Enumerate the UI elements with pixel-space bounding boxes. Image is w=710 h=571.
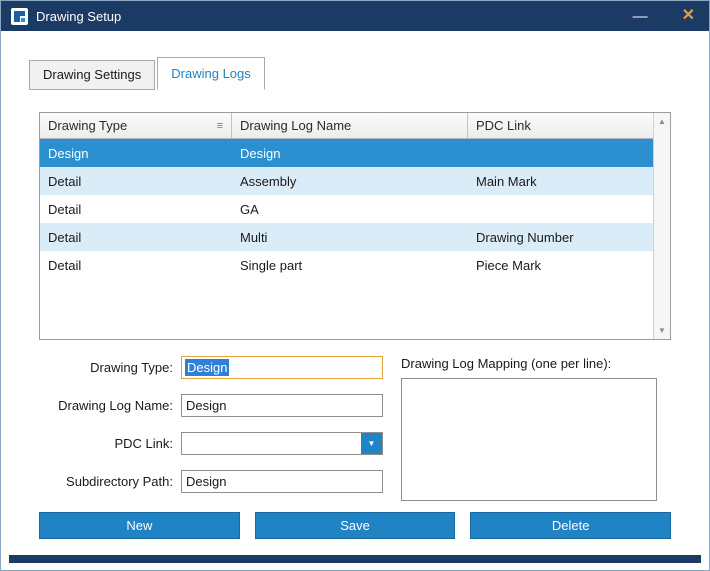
delete-button[interactable]: Delete <box>470 512 671 539</box>
pdc-link-selected-value <box>182 433 361 454</box>
new-button[interactable]: New <box>39 512 240 539</box>
cell-drawing-type: Detail <box>40 230 232 245</box>
save-button[interactable]: Save <box>255 512 456 539</box>
cell-drawing-type: Detail <box>40 174 232 189</box>
form-area: Drawing Type: Design Drawing Log Name: P… <box>29 356 681 508</box>
form-right-column: Drawing Log Mapping (one per line): <box>397 356 681 508</box>
bottom-border <box>9 555 701 563</box>
app-icon <box>11 8 28 25</box>
column-header-drawing-log-name[interactable]: Drawing Log Name <box>232 113 468 138</box>
drawing-log-name-input[interactable] <box>181 394 383 417</box>
tab-drawing-logs[interactable]: Drawing Logs <box>157 57 265 90</box>
scroll-down-icon[interactable]: ▼ <box>654 322 670 339</box>
pdc-link-row: PDC Link: ▼ <box>29 432 397 455</box>
form-left-column: Drawing Type: Design Drawing Log Name: P… <box>29 356 397 508</box>
drawing-type-label: Drawing Type: <box>29 360 181 375</box>
dialog-body: Drawing Settings Drawing Logs Drawing Ty… <box>1 57 709 539</box>
tab-drawing-settings[interactable]: Drawing Settings <box>29 60 155 90</box>
column-header-pdc-link[interactable]: PDC Link <box>468 113 653 138</box>
mapping-textarea[interactable] <box>401 378 657 501</box>
drawing-log-name-row: Drawing Log Name: <box>29 394 397 417</box>
drawing-setup-dialog: Drawing Setup — ✕ Drawing Settings Drawi… <box>0 0 710 571</box>
cell-pdc-link: Drawing Number <box>468 230 653 245</box>
drawing-type-row: Drawing Type: Design <box>29 356 397 379</box>
column-header-label: Drawing Type <box>48 118 127 133</box>
selected-text: Design <box>185 359 229 376</box>
column-header-drawing-type[interactable]: Drawing Type ≡ <box>40 113 232 138</box>
pdc-link-dropdown[interactable]: ▼ <box>181 432 383 455</box>
mapping-label: Drawing Log Mapping (one per line): <box>401 356 681 371</box>
cell-drawing-type: Detail <box>40 258 232 273</box>
cell-pdc-link: Piece Mark <box>468 258 653 273</box>
scroll-up-icon[interactable]: ▲ <box>654 113 670 130</box>
drawing-logs-table: Drawing Type ≡ Drawing Log Name PDC Link… <box>39 112 671 340</box>
column-header-label: PDC Link <box>476 118 531 133</box>
table-empty-area <box>40 279 653 339</box>
subdirectory-path-label: Subdirectory Path: <box>29 474 181 489</box>
cell-drawing-log-name: GA <box>232 202 468 217</box>
cell-drawing-log-name: Design <box>232 146 468 161</box>
cell-drawing-log-name: Single part <box>232 258 468 273</box>
drawing-log-name-label: Drawing Log Name: <box>29 398 181 413</box>
cell-drawing-log-name: Multi <box>232 230 468 245</box>
column-header-label: Drawing Log Name <box>240 118 351 133</box>
window-title: Drawing Setup <box>36 9 121 24</box>
window-controls: — ✕ <box>629 6 699 26</box>
subdirectory-path-input[interactable] <box>181 470 383 493</box>
minimize-button[interactable]: — <box>629 7 652 26</box>
titlebar: Drawing Setup — ✕ <box>1 1 709 31</box>
scrollbar-track[interactable] <box>654 130 670 322</box>
pdc-link-label: PDC Link: <box>29 436 181 451</box>
vertical-scrollbar[interactable]: ▲ ▼ <box>653 113 670 339</box>
action-button-row: New Save Delete <box>39 512 671 539</box>
cell-drawing-type: Detail <box>40 202 232 217</box>
table-row[interactable]: Detail Multi Drawing Number <box>40 223 653 251</box>
table-row[interactable]: Detail Single part Piece Mark <box>40 251 653 279</box>
cell-drawing-log-name: Assembly <box>232 174 468 189</box>
table-main: Drawing Type ≡ Drawing Log Name PDC Link… <box>40 113 653 339</box>
table-row[interactable]: Detail Assembly Main Mark <box>40 167 653 195</box>
table-row[interactable]: Detail GA <box>40 195 653 223</box>
subdirectory-path-row: Subdirectory Path: <box>29 470 397 493</box>
close-button[interactable]: ✕ <box>678 6 699 26</box>
table-row[interactable]: Design Design <box>40 139 653 167</box>
cell-pdc-link: Main Mark <box>468 174 653 189</box>
table-header: Drawing Type ≡ Drawing Log Name PDC Link <box>40 113 653 139</box>
tab-strip: Drawing Settings Drawing Logs <box>29 57 681 90</box>
dropdown-arrow-icon[interactable]: ▼ <box>361 433 382 454</box>
cell-drawing-type: Design <box>40 146 232 161</box>
drawing-type-input[interactable]: Design <box>181 356 383 379</box>
sort-icon: ≡ <box>217 120 223 132</box>
